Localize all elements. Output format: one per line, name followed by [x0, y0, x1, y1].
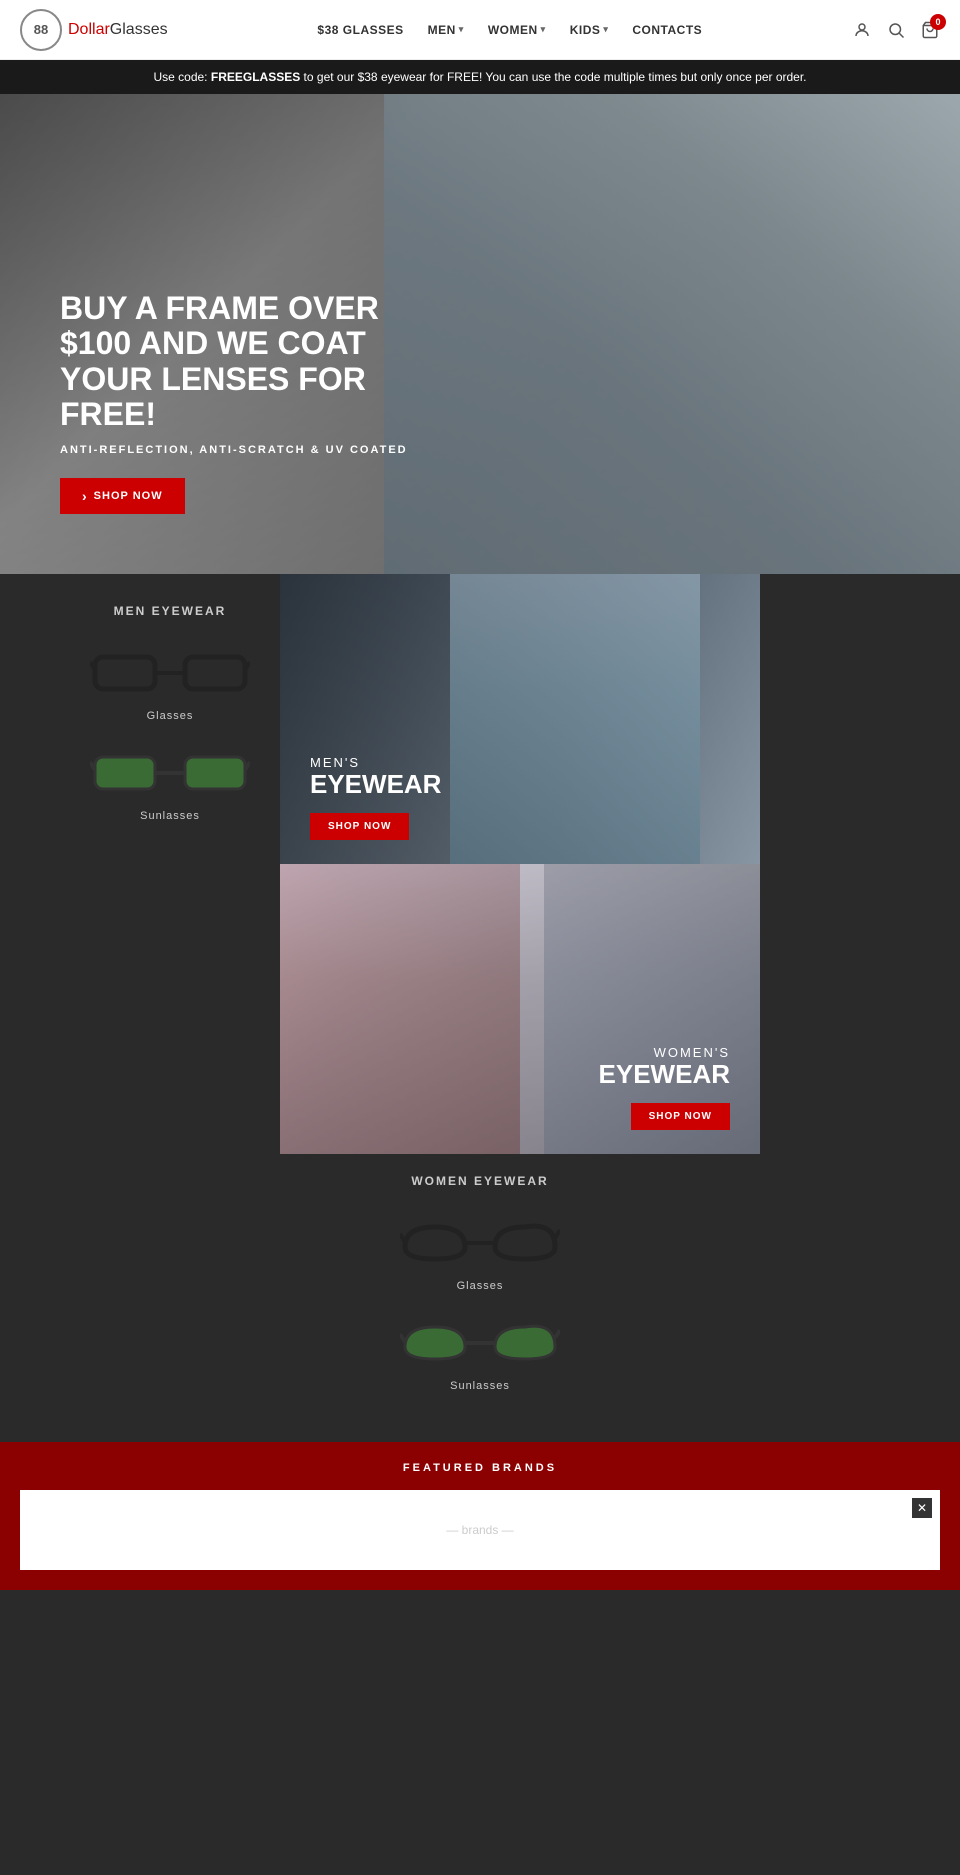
account-icon[interactable] — [852, 20, 872, 40]
promo-banner: Use code: FREEGLASSES to get our $38 eye… — [0, 60, 960, 94]
chevron-down-icon: ▾ — [603, 24, 608, 35]
brands-placeholder: — brands — — [446, 1523, 513, 1537]
men-banner-title: EYEWEAR — [310, 770, 441, 799]
nav-label-women: WOMEN — [488, 23, 538, 37]
women-banner: WOMEN'S EYEWEAR SHOP NOW — [280, 864, 760, 1154]
women-sunglasses-label: Sunlasses — [450, 1380, 510, 1392]
logo-glasses: Glasses — [110, 21, 168, 38]
nav-label-38glasses: $38 GLASSES — [317, 23, 403, 37]
banners-column: MEN'S EYEWEAR SHOP NOW WOMEN'S EYEWEAR S… — [280, 574, 760, 1154]
men-glasses-image — [90, 642, 250, 702]
women-banner-content: WOMEN'S EYEWEAR SHOP NOW — [280, 1021, 760, 1154]
women-glasses-label: Glasses — [457, 1280, 504, 1292]
featured-brands-title: FEATURED BRANDS — [20, 1462, 940, 1474]
logo-dollar: Dollar — [68, 21, 110, 38]
men-banner-shop-button[interactable]: SHOP NOW — [310, 813, 409, 840]
featured-brands-section: FEATURED BRANDS — brands — ✕ — [0, 1442, 960, 1590]
nav-item-38glasses[interactable]: $38 GLASSES — [317, 23, 403, 37]
hero-title: BUY A FRAME OVER $100 AND WE COAT YOUR L… — [60, 291, 420, 432]
women-banner-shop-button[interactable]: SHOP NOW — [631, 1103, 730, 1130]
promo-text-after: to get our $38 eyewear for FREE! You can… — [300, 70, 806, 84]
logo-circle: 88 — [20, 9, 62, 51]
close-button[interactable]: ✕ — [912, 1498, 932, 1518]
logo-brand: DollarGlasses — [68, 21, 168, 39]
women-banner-subtitle: WOMEN'S — [310, 1045, 730, 1060]
men-sunglasses-item[interactable]: Sunlasses — [60, 742, 280, 822]
promo-text-before: Use code: — [153, 70, 210, 84]
nav-label-kids: KIDS — [570, 23, 601, 37]
search-icon[interactable] — [886, 20, 906, 40]
nav-item-kids[interactable]: KIDS ▾ — [570, 23, 609, 37]
nav-item-contacts[interactable]: CONTACTS — [632, 23, 702, 37]
chevron-down-icon: ▾ — [459, 24, 464, 35]
chevron-down-icon: ▾ — [541, 24, 546, 35]
header-icons: 0 — [852, 20, 940, 40]
men-sunglasses-image — [90, 742, 250, 802]
brands-carousel: — brands — ✕ — [20, 1490, 940, 1570]
promo-code: FREEGLASSES — [211, 70, 300, 84]
header: 88 DollarGlasses $38 GLASSES MEN ▾ WOMEN… — [0, 0, 960, 60]
hero-shop-now-button[interactable]: SHOP NOW — [60, 478, 185, 514]
men-glasses-label: Glasses — [147, 710, 194, 722]
nav-label-men: MEN — [428, 23, 456, 37]
nav-label-contacts: CONTACTS — [632, 23, 702, 37]
women-sunglasses-image — [400, 1312, 560, 1372]
men-glasses-item[interactable]: Glasses — [60, 642, 280, 722]
women-eyewear-section: WOMEN EYEWEAR Glasses Sunlasses — [0, 1154, 960, 1442]
women-eyewear-title: WOMEN EYEWEAR — [60, 1174, 900, 1188]
men-eyewear-section: MEN EYEWEAR Glasses — [0, 574, 280, 1154]
nav-item-women[interactable]: WOMEN ▾ — [488, 23, 546, 37]
women-banner-title: EYEWEAR — [310, 1060, 730, 1089]
logo[interactable]: 88 DollarGlasses — [20, 9, 168, 51]
nav-item-men[interactable]: MEN ▾ — [428, 23, 464, 37]
cart-count: 0 — [930, 14, 946, 30]
hero-section: BUY A FRAME OVER $100 AND WE COAT YOUR L… — [0, 94, 960, 574]
men-sunglasses-label: Sunlasses — [140, 810, 200, 822]
women-glasses-image — [400, 1212, 560, 1272]
men-eyewear-title: MEN EYEWEAR — [60, 604, 280, 618]
mid-section: MEN EYEWEAR Glasses — [0, 574, 960, 1154]
men-banner: MEN'S EYEWEAR SHOP NOW — [280, 574, 760, 864]
main-nav: $38 GLASSES MEN ▾ WOMEN ▾ KIDS ▾ CONTACT… — [317, 23, 702, 37]
men-banner-subtitle: MEN'S — [310, 755, 441, 770]
logo-number: 88 — [34, 22, 48, 37]
women-glasses-item[interactable]: Glasses — [60, 1212, 900, 1292]
hero-content: BUY A FRAME OVER $100 AND WE COAT YOUR L… — [0, 251, 480, 574]
women-sunglasses-item[interactable]: Sunlasses — [60, 1312, 900, 1392]
cart-icon[interactable]: 0 — [920, 20, 940, 40]
men-banner-content: MEN'S EYEWEAR SHOP NOW — [280, 731, 471, 864]
hero-subtitle: ANTI-REFLECTION, ANTI-SCRATCH & UV COATE… — [60, 444, 420, 456]
